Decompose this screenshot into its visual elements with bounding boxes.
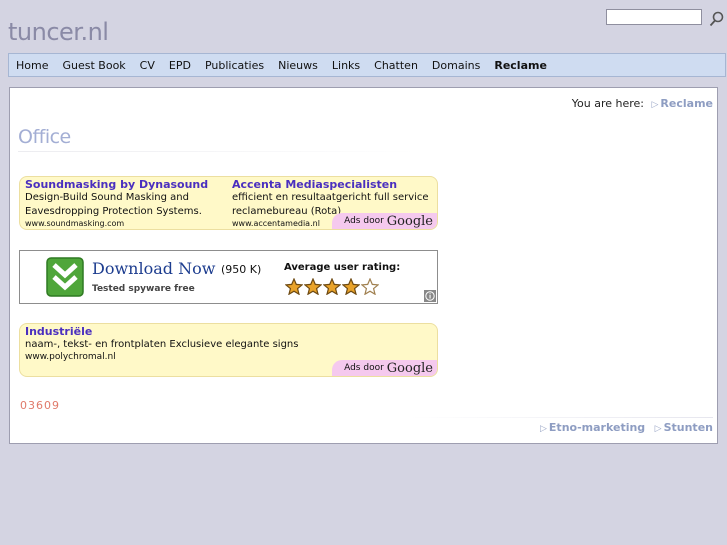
footer-divider: [410, 417, 713, 418]
ad-soundmasking[interactable]: Soundmasking by Dynasound Design-Build S…: [25, 178, 225, 228]
search-input[interactable]: [606, 9, 702, 25]
ads-by-google-badge[interactable]: Ads door Google: [332, 213, 437, 229]
download-size: (950 K): [221, 263, 262, 276]
rating-stars: [285, 278, 380, 295]
footer-link-label: Etno-marketing: [548, 421, 646, 434]
triangle-bullet-icon: ▷: [651, 100, 659, 110]
ad-industriele[interactable]: Industriële naam-, tekst- en frontplaten…: [25, 325, 405, 362]
nav-home[interactable]: Home: [16, 59, 48, 72]
breadcrumb-current-label: Reclame: [660, 97, 713, 110]
ad-text-line: Design-Build Sound Masking and: [25, 192, 189, 203]
ad-url[interactable]: www.soundmasking.com: [25, 219, 225, 228]
triangle-bullet-icon: ▷: [654, 424, 662, 434]
ad-text-line: Eavesdropping Protection Systems.: [25, 206, 202, 217]
nav-reclame[interactable]: Reclame: [494, 59, 547, 72]
breadcrumb: You are here: ▷ Reclame: [572, 97, 713, 110]
info-icon[interactable]: [424, 290, 436, 302]
google-logo: Google: [386, 360, 433, 376]
star-empty-icon: [361, 278, 379, 295]
star-filled-icon: [285, 278, 303, 295]
breadcrumb-prefix: You are here:: [571, 97, 644, 110]
google-ad-block-1: Soundmasking by Dynasound Design-Build S…: [19, 176, 438, 230]
ad-text-line: naam-, tekst- en frontplaten Exclusieve …: [25, 339, 299, 350]
download-banner[interactable]: Download Now (950 K) Tested spyware free…: [19, 250, 438, 304]
nav-domains[interactable]: Domains: [432, 59, 480, 72]
ad-text-line: efficient en resultaatgericht full servi…: [232, 192, 429, 203]
visitor-counter: 03609: [20, 399, 60, 412]
nav-cv[interactable]: CV: [140, 59, 155, 72]
nav-nieuws[interactable]: Nieuws: [278, 59, 318, 72]
star-filled-icon: [323, 278, 341, 295]
breadcrumb-current[interactable]: ▷ Reclame: [652, 97, 714, 110]
ads-by-google-badge[interactable]: Ads door Google: [332, 360, 437, 376]
search-icon[interactable]: [708, 10, 726, 28]
ad-title[interactable]: Accenta Mediaspecialisten: [232, 178, 432, 191]
ad-title[interactable]: Industriële: [25, 325, 405, 338]
footer-link-label: Stunten: [663, 421, 713, 434]
rating-label: Average user rating:: [284, 262, 401, 273]
download-now-link[interactable]: Download Now: [92, 259, 215, 278]
nav-links[interactable]: Links: [332, 59, 360, 72]
nav-publicaties[interactable]: Publicaties: [205, 59, 264, 72]
download-subtitle: Tested spyware free: [92, 284, 195, 294]
triangle-bullet-icon: ▷: [540, 424, 547, 434]
content-panel: You are here: ▷ Reclame Office Soundmaski…: [9, 87, 718, 444]
page-title: Office: [18, 126, 71, 148]
ads-badge-prefix: Ads door: [344, 363, 384, 373]
main-nav: Home Guest Book CV EPD Publicaties Nieuw…: [8, 53, 726, 77]
google-ad-block-2: Industriële naam-, tekst- en frontplaten…: [19, 323, 438, 377]
nav-guest-book[interactable]: Guest Book: [62, 59, 125, 72]
download-arrow-icon[interactable]: [46, 257, 84, 297]
ads-badge-prefix: Ads door: [344, 216, 384, 226]
footer-link-etno-marketing[interactable]: ▷ Etno-marketing: [540, 421, 645, 434]
site-logo[interactable]: tuncer.nl: [8, 18, 109, 46]
nav-epd[interactable]: EPD: [169, 59, 191, 72]
footer-links: ▷ Etno-marketing ▷ Stunten: [534, 421, 713, 434]
nav-chatten[interactable]: Chatten: [374, 59, 418, 72]
google-logo: Google: [386, 213, 433, 229]
star-filled-icon: [342, 278, 360, 295]
ad-title[interactable]: Soundmasking by Dynasound: [25, 178, 225, 191]
title-divider: [18, 151, 418, 152]
footer-link-stunten[interactable]: ▷ Stunten: [655, 421, 713, 434]
star-filled-icon: [304, 278, 322, 295]
